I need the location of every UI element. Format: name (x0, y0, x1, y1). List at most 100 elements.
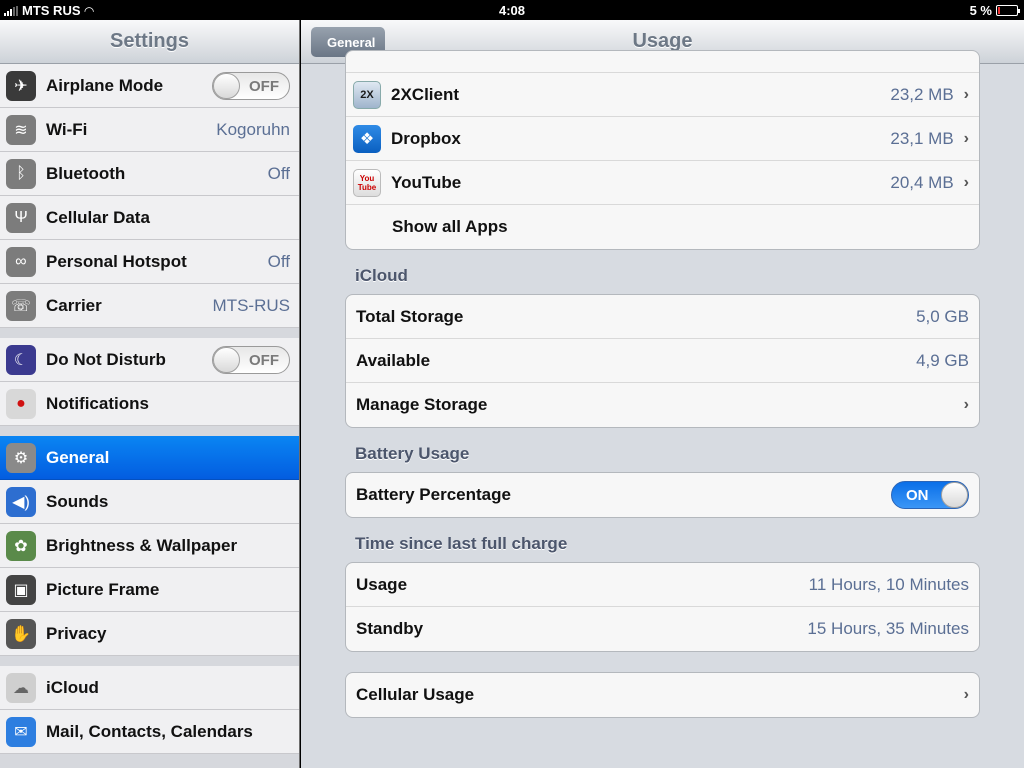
clock: 4:08 (498, 3, 526, 18)
speaker-icon: ◀) (6, 486, 36, 517)
standby-value: 15 Hours, 35 Minutes (807, 619, 969, 638)
battery-section-header: Battery Usage (355, 444, 470, 463)
manage-storage-row[interactable]: Manage Storage › (346, 383, 979, 427)
usage-value: 11 Hours, 10 Minutes (808, 574, 969, 594)
sidebar-item-brightness-wallpaper[interactable]: ✿ Brightness & Wallpaper (0, 524, 299, 568)
sidebar-item-carrier[interactable]: ☏ Carrier MTS-RUS (0, 284, 299, 328)
sidebar-item-icloud[interactable]: ☁ iCloud (0, 666, 299, 710)
sidebar-item-label: iCloud (46, 677, 99, 697)
sidebar-title: Settings (110, 30, 189, 52)
mail-icon: ✉ (6, 716, 36, 747)
app-row-2xclient[interactable]: 2X 2XClient 23,2 MB › (346, 73, 979, 117)
sidebar-item-personal-hotspot[interactable]: ∞ Personal Hotspot Off (0, 240, 299, 284)
battery-percentage-toggle[interactable]: ON (891, 481, 969, 509)
toggle-state: OFF (249, 351, 279, 369)
battery-icon (996, 5, 1020, 16)
sidebar-item-value: Off (267, 163, 290, 183)
sidebar-item-label: Sounds (46, 491, 109, 511)
airplane-icon: ✈ (6, 70, 36, 101)
hand-icon: ✋ (6, 618, 36, 649)
status-bar: MTS RUS ◠ 4:08 5 % (0, 0, 1024, 20)
charge-group: Usage 11 Hours, 10 Minutes Standby 15 Ho… (345, 562, 980, 652)
cloud-icon: ☁ (6, 672, 36, 703)
usage-pane: General Usage 2X 2XClient 23,2 MB › ❖ Dr… (301, 20, 1024, 768)
sidebar-item-mail-contacts-calendars[interactable]: ✉ Mail, Contacts, Calendars (0, 710, 299, 754)
phone-icon: ☏ (6, 290, 36, 321)
standby-row: Standby 15 Hours, 35 Minutes (346, 607, 979, 651)
app-name: Dropbox (391, 128, 461, 148)
show-all-apps-row[interactable]: Show all Apps (346, 205, 979, 249)
notifications-icon: ● (6, 388, 36, 419)
chevron-right-icon: › (963, 173, 969, 191)
sidebar-item-picture-frame[interactable]: ▣ Picture Frame (0, 568, 299, 612)
sidebar-item-airplane-mode[interactable]: ✈ Airplane Mode OFF (0, 64, 299, 108)
toggle-knob (213, 346, 240, 373)
app-row-dropbox[interactable]: ❖ Dropbox 23,1 MB › (346, 117, 979, 161)
moon-icon: ☾ (6, 344, 36, 375)
toggle-switch[interactable]: OFF (212, 71, 290, 100)
sidebar-navbar: Settings (0, 20, 299, 64)
app-name: YouTube (391, 172, 462, 192)
sidebar-item-label: Wi-Fi (46, 119, 88, 139)
toggle-knob (941, 482, 968, 508)
usage-row: Usage 11 Hours, 10 Minutes (346, 563, 979, 607)
icloud-group: Total Storage 5,0 GB Available 4,9 GB Ma… (345, 294, 980, 428)
hotspot-icon: ∞ (6, 246, 36, 277)
flower-icon: ✿ (6, 530, 36, 561)
manage-storage-label: Manage Storage (356, 395, 488, 414)
show-all-apps-label: Show all Apps (392, 217, 508, 236)
sidebar-item-value: Kogoruhn (216, 119, 290, 139)
sidebar-item-label: Airplane Mode (46, 75, 164, 95)
battery-percentage: 5 % (969, 3, 992, 18)
battery-percentage-row: Battery Percentage ON (346, 473, 979, 517)
sidebar-item-notifications[interactable]: ● Notifications (0, 382, 299, 426)
dropbox-icon: ❖ (353, 124, 381, 153)
sidebar-item-general[interactable]: ⚙ General (0, 436, 299, 480)
picture-frame-icon: ▣ (6, 574, 36, 605)
cellular-usage-row[interactable]: Cellular Usage › (346, 673, 979, 717)
antenna-icon: Ψ (6, 202, 36, 233)
sidebar-item-value: Off (267, 251, 290, 271)
sidebar-item-label: General (46, 447, 110, 467)
apps-storage-group: 2X 2XClient 23,2 MB › ❖ Dropbox 23,1 MB … (345, 50, 980, 250)
battery-percentage-label: Battery Percentage (356, 485, 511, 504)
toggle-switch[interactable]: OFF (212, 345, 290, 374)
sidebar-item-do-not-disturb[interactable]: ☾ Do Not Disturb OFF (0, 338, 299, 382)
toggle-knob (213, 72, 240, 99)
total-storage-value: 5,0 GB (916, 306, 969, 326)
app-size: 20,4 MB (890, 172, 954, 192)
list-item[interactable] (346, 51, 979, 73)
youtube-icon: You Tube (353, 168, 381, 197)
sidebar-item-label: Carrier (46, 295, 102, 315)
sidebar-item-label: Personal Hotspot (46, 251, 187, 271)
sidebar-item-label: Privacy (46, 623, 107, 643)
settings-sidebar: Settings ✈ Airplane Mode OFF ≋ Wi-Fi Kogoruhn… (0, 20, 300, 768)
toggle-state: OFF (249, 77, 279, 95)
sidebar-item-label: Do Not Disturb (46, 349, 166, 369)
available-value: 4,9 GB (916, 350, 969, 370)
sidebar-item-sounds[interactable]: ◀) Sounds (0, 480, 299, 524)
standby-label: Standby (356, 619, 424, 638)
sidebar-item-label: Brightness & Wallpaper (46, 535, 238, 555)
chevron-right-icon: › (963, 686, 969, 703)
sidebar-item-label: Bluetooth (46, 163, 126, 183)
sidebar-item-wi-fi[interactable]: ≋ Wi-Fi Kogoruhn (0, 108, 299, 152)
charge-section-header: Time since last full charge (355, 534, 568, 553)
app-row-youtube[interactable]: You Tube YouTube 20,4 MB › (346, 161, 979, 205)
sidebar-item-cellular-data[interactable]: Ψ Cellular Data (0, 196, 299, 240)
chevron-right-icon: › (963, 85, 969, 103)
sidebar-item-bluetooth[interactable]: ᛒ Bluetooth Off (0, 152, 299, 196)
cellular-usage-group: Cellular Usage › (345, 672, 980, 718)
bluetooth-icon: ᛒ (6, 158, 36, 189)
sidebar-item-value: MTS-RUS (212, 295, 290, 315)
usage-label: Usage (356, 574, 408, 594)
app-name: 2XClient (391, 84, 460, 104)
sidebar-item-privacy[interactable]: ✋ Privacy (0, 612, 299, 656)
battery-group: Battery Percentage ON (345, 472, 980, 518)
chevron-right-icon: › (963, 129, 969, 147)
sidebar-item-label: Mail, Contacts, Calendars (46, 721, 253, 741)
total-storage-label: Total Storage (356, 306, 464, 326)
icloud-section-header: iCloud (355, 266, 408, 285)
cellular-usage-label: Cellular Usage (356, 685, 475, 704)
sidebar-item-label: Cellular Data (46, 207, 150, 227)
